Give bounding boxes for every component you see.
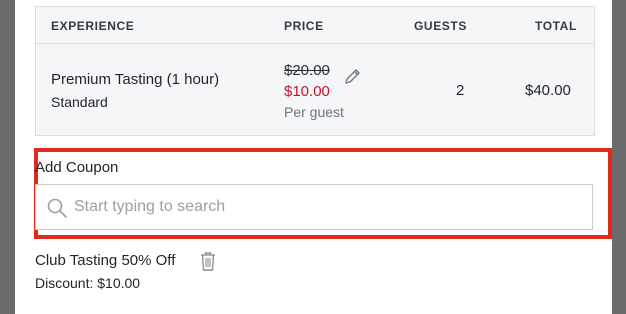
price-note: Per guest [284, 104, 344, 120]
header-price: PRICE [284, 19, 324, 33]
row-total: $40.00 [525, 82, 571, 99]
order-panel: EXPERIENCE PRICE GUESTS TOTAL Premium Ta… [15, 0, 612, 314]
trash-icon[interactable] [199, 250, 217, 272]
header-guests: GUESTS [414, 19, 467, 33]
guest-count: 2 [456, 82, 465, 99]
discount-amount: Discount: $10.00 [35, 275, 141, 291]
pencil-icon[interactable] [342, 67, 362, 87]
experience-tier: Standard [51, 94, 108, 110]
applied-coupon-name: Club Tasting 50% Off [35, 252, 176, 269]
coupon-search-input[interactable] [74, 185, 584, 229]
table-header: EXPERIENCE PRICE GUESTS TOTAL [36, 7, 594, 44]
header-experience: EXPERIENCE [51, 19, 135, 33]
experience-name: Premium Tasting (1 hour) [51, 71, 220, 88]
sale-price: $10.00 [284, 83, 330, 100]
order-table: EXPERIENCE PRICE GUESTS TOTAL Premium Ta… [35, 6, 595, 136]
original-price: $20.00 [284, 62, 330, 79]
header-total: TOTAL [535, 19, 577, 33]
coupon-label: Add Coupon [35, 159, 119, 176]
search-icon [47, 198, 67, 218]
coupon-search-field[interactable] [35, 184, 593, 230]
